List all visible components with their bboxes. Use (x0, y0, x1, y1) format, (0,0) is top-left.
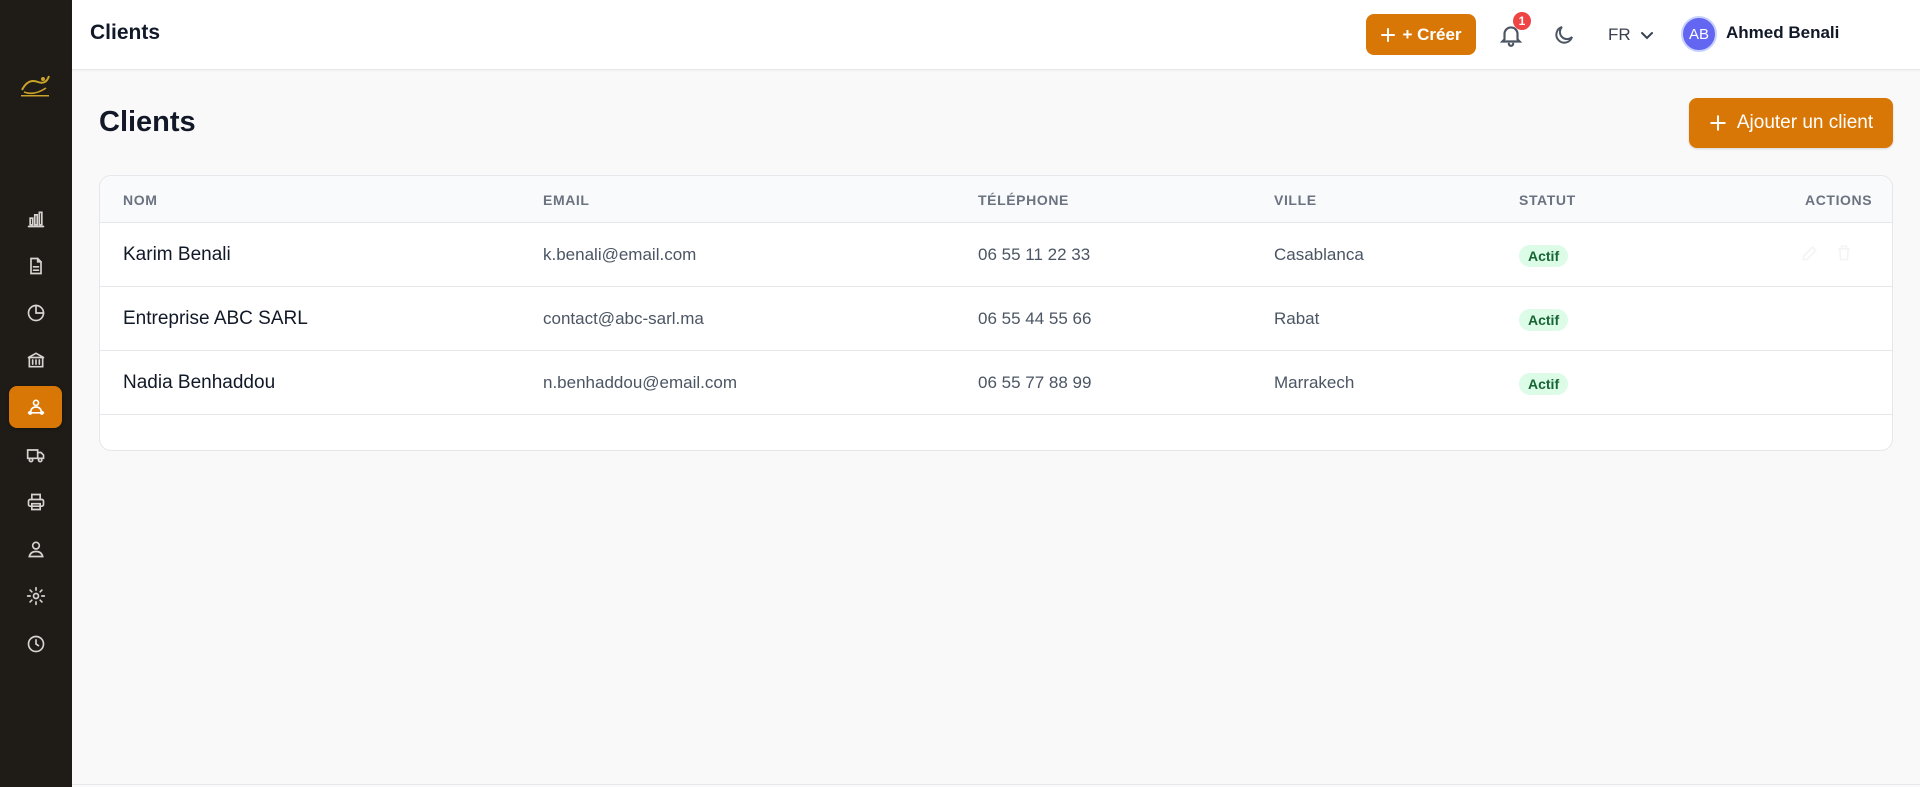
document-icon (29, 257, 42, 275)
client-email: contact@abc-sarl.ma (543, 309, 704, 328)
client-phone: 06 55 77 88 99 (978, 373, 1092, 392)
table-row[interactable]: Entreprise ABC SARL contact@abc-sarl.ma … (100, 287, 1892, 351)
create-button-label: + Créer (1402, 24, 1462, 44)
moon-icon[interactable] (1552, 23, 1576, 47)
sidebar-item-reports[interactable] (9, 292, 62, 334)
plus-icon (1710, 115, 1726, 131)
settings-icon (26, 586, 45, 606)
sidebar-item-documents[interactable] (9, 245, 62, 287)
client-email: k.benali@email.com (543, 245, 697, 264)
bar-chart-icon (27, 211, 44, 228)
status-badge: Actif (1519, 245, 1569, 267)
client-city: Rabat (1274, 309, 1320, 328)
sidebar-item-dashboard[interactable] (9, 198, 62, 240)
language-selector[interactable]: FR (1608, 22, 1655, 48)
row-actions (1800, 243, 1854, 263)
column-header-actions: ACTIONS (1805, 192, 1873, 208)
user-name[interactable]: Ahmed Benali (1726, 23, 1839, 43)
sidebar-item-history[interactable] (9, 623, 62, 665)
sidebar-item-users[interactable] (9, 528, 62, 570)
edit-icon[interactable] (1800, 243, 1820, 263)
brand-logo[interactable] (16, 70, 54, 102)
status-badge: Actif (1519, 309, 1569, 331)
clients-icon (27, 399, 44, 415)
header-title: Clients (90, 21, 161, 44)
add-client-label: Ajouter un client (1736, 112, 1874, 133)
sidebar-item-clients[interactable] (9, 386, 62, 428)
pie-chart-icon (27, 304, 44, 322)
sidebar-item-print[interactable] (9, 481, 62, 523)
printer-icon (27, 493, 44, 511)
clock-icon (27, 635, 44, 653)
avatar[interactable]: AB (1681, 16, 1717, 52)
sidebar-item-delivery[interactable] (9, 434, 62, 476)
sidebar-item-settings[interactable] (9, 575, 62, 617)
delete-icon[interactable] (1834, 243, 1854, 263)
column-header-city[interactable]: VILLE (1274, 192, 1317, 208)
chevron-down-icon (1640, 32, 1653, 40)
table-header: NOM EMAIL TÉLÉPHONE VILLE STATUT ACTIONS (100, 176, 1892, 223)
users-icon (27, 541, 44, 558)
client-phone: 06 55 44 55 66 (978, 309, 1092, 328)
footer-divider (72, 784, 1920, 785)
notification-badge: 1 (1513, 12, 1531, 30)
sidebar (0, 0, 72, 787)
language-label: FR (1608, 25, 1631, 44)
table-row[interactable]: Nadia Benhaddou n.benhaddou@email.com 06… (100, 351, 1892, 415)
bank-icon (27, 352, 44, 368)
client-name: Nadia Benhaddou (123, 372, 276, 393)
table-row[interactable]: Karim Benali k.benali@email.com 06 55 11… (100, 223, 1892, 287)
column-header-phone[interactable]: TÉLÉPHONE (978, 192, 1069, 208)
clients-table: NOM EMAIL TÉLÉPHONE VILLE STATUT ACTIONS… (99, 175, 1893, 451)
client-city: Marrakech (1274, 373, 1355, 392)
create-button[interactable]: + Créer (1366, 14, 1476, 55)
sidebar-item-bank[interactable] (9, 339, 62, 381)
truck-icon (26, 449, 44, 463)
add-client-button[interactable]: Ajouter un client (1689, 98, 1893, 148)
client-email: n.benhaddou@email.com (543, 373, 737, 392)
column-header-email[interactable]: EMAIL (543, 192, 590, 208)
client-name: Entreprise ABC SARL (123, 308, 308, 329)
page-title: Clients (99, 106, 196, 138)
plus-icon (1381, 27, 1396, 42)
column-header-status[interactable]: STATUT (1519, 192, 1576, 208)
client-name: Karim Benali (123, 244, 231, 265)
app: Clients + Créer 1 FR AB Ahmed Benali Cli… (0, 0, 1920, 787)
column-header-name[interactable]: NOM (123, 192, 157, 208)
client-city: Casablanca (1274, 245, 1364, 264)
client-phone: 06 55 11 22 33 (978, 245, 1091, 264)
status-badge: Actif (1519, 373, 1569, 395)
